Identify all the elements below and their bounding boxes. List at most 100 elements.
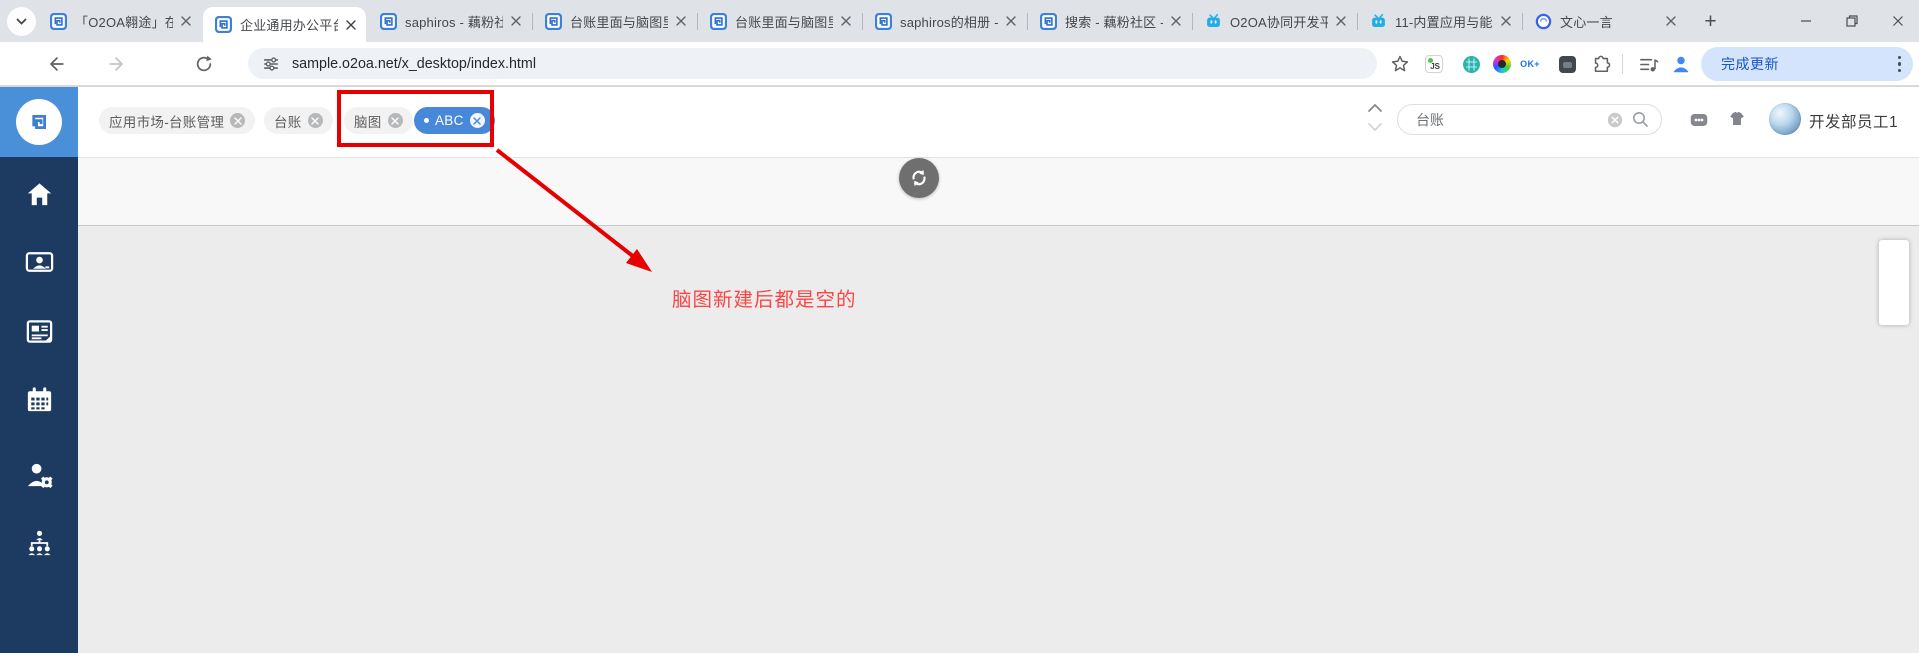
app-tab-chip-active[interactable]: ABC: [414, 107, 495, 134]
chip-label: 脑图: [354, 114, 382, 130]
tab-separator: [697, 13, 698, 30]
mindmap-empty-canvas[interactable]: [78, 227, 1919, 653]
refresh-button[interactable]: [899, 158, 939, 198]
app-sidebar: [0, 157, 78, 653]
o2oa-favicon-icon: [50, 12, 67, 30]
close-icon: [1893, 16, 1903, 26]
sidebar-item-news[interactable]: [0, 308, 78, 354]
window-close-button[interactable]: [1878, 0, 1918, 42]
tab-title: 搜索 - 藕粉社区 -: [1065, 14, 1163, 30]
unsaved-dot-icon: [424, 118, 429, 123]
app-search-box[interactable]: [1397, 104, 1662, 135]
site-info-icon[interactable]: [262, 55, 280, 73]
window-minimize-button[interactable]: [1786, 0, 1826, 42]
sidebar-item-personal-settings[interactable]: [0, 452, 78, 498]
reload-button[interactable]: [192, 52, 216, 76]
chat-icon: [1690, 114, 1708, 126]
browser-tab[interactable]: saphiros - 藕粉社: [368, 0, 531, 42]
tab-close-icon[interactable]: [1167, 12, 1185, 30]
tab-title: 文心一言: [1560, 14, 1613, 30]
news-icon: [26, 319, 52, 343]
chevron-up-icon: [1368, 103, 1382, 112]
tab-close-icon[interactable]: [672, 12, 690, 30]
chip-close-icon[interactable]: [387, 113, 403, 128]
extension-knot-icon[interactable]: [1460, 53, 1482, 75]
browser-tab[interactable]: saphiros的相册 -: [863, 0, 1026, 42]
forward-button[interactable]: [105, 52, 129, 76]
tab-title: 台账里面与脑图里: [735, 14, 833, 30]
extensions-menu-button[interactable]: [1590, 53, 1612, 75]
back-icon: [50, 57, 64, 71]
tab-close-icon[interactable]: [177, 12, 195, 30]
chip-close-icon[interactable]: [469, 113, 485, 128]
browser-tab[interactable]: 「O2OA翱途」在: [38, 0, 201, 42]
tab-close-icon[interactable]: [1662, 12, 1680, 30]
user-name[interactable]: 开发部员工1: [1809, 110, 1898, 132]
tab-title: 「O2OA翱途」在: [75, 14, 173, 30]
tab-title: O2OA协同开发平: [1230, 14, 1328, 30]
tab-search-button[interactable]: [7, 7, 36, 36]
sidebar-item-home[interactable]: [0, 171, 78, 217]
bilibili-favicon-icon: [1205, 13, 1222, 30]
calendar-icon: [27, 386, 51, 411]
chip-close-icon[interactable]: [230, 113, 246, 128]
browser-tab[interactable]: O2OA协同开发平: [1193, 0, 1356, 42]
browser-tab-active[interactable]: 企业通用办公平台: [203, 7, 366, 42]
tab-close-icon[interactable]: [1002, 12, 1020, 30]
browser-tab[interactable]: 11-内置应用与能: [1358, 0, 1521, 42]
search-input[interactable]: [1416, 111, 1586, 128]
extension-colorwheel-icon[interactable]: [1491, 53, 1513, 75]
personal-settings-icon: [27, 463, 53, 488]
tab-title: 企业通用办公平台: [240, 18, 338, 33]
chrome-update-button[interactable]: 完成更新: [1701, 47, 1913, 81]
o2oa-favicon-icon: [710, 12, 727, 30]
extension-js-icon[interactable]: JS: [1423, 53, 1445, 75]
tab-close-icon[interactable]: [1332, 12, 1350, 30]
browser-menu-icon[interactable]: [1897, 55, 1901, 73]
media-toolbar-button[interactable]: [1637, 53, 1659, 75]
new-tab-button[interactable]: +: [1696, 7, 1725, 36]
profile-person-icon: [1673, 56, 1689, 73]
bilibili-favicon-icon: [1370, 13, 1387, 30]
chip-label: ABC: [435, 113, 464, 128]
theme-button[interactable]: [1725, 108, 1749, 132]
search-icon[interactable]: [1632, 111, 1649, 128]
browser-address-bar: JS OK+ 完成更新: [0, 42, 1919, 86]
header-collapse-toggle[interactable]: [1367, 101, 1383, 133]
scrollbar-thumb[interactable]: [1879, 240, 1909, 325]
restore-icon: [1846, 15, 1858, 27]
meeting-icon: [25, 251, 53, 272]
omnibox[interactable]: [248, 48, 1377, 79]
chevron-down-icon: [1368, 123, 1382, 132]
tab-close-icon[interactable]: [342, 16, 360, 34]
browser-tab[interactable]: 台账里面与脑图里: [698, 0, 861, 42]
tab-close-icon[interactable]: [507, 12, 525, 30]
tab-close-icon[interactable]: [1497, 12, 1515, 30]
window-restore-button[interactable]: [1832, 0, 1872, 42]
tab-close-icon[interactable]: [837, 12, 855, 30]
extension-ok-icon[interactable]: OK+: [1519, 53, 1541, 75]
sidebar-item-org[interactable]: [0, 520, 78, 566]
browser-tab[interactable]: 文心一言: [1523, 0, 1686, 42]
sidebar-item-calendar[interactable]: [0, 377, 78, 423]
user-avatar[interactable]: [1769, 103, 1801, 135]
o2oa-logo-icon: [16, 99, 62, 145]
extension-dark-icon[interactable]: [1556, 53, 1578, 75]
app-tab-chip[interactable]: 脑图: [344, 107, 413, 134]
toolbar-separator: [1622, 54, 1623, 74]
app-tab-chip[interactable]: 应用市场-台账管理: [99, 107, 256, 134]
app-tab-chip[interactable]: 台账: [264, 107, 333, 134]
search-clear-icon[interactable]: [1607, 112, 1623, 128]
browser-tab[interactable]: 搜索 - 藕粉社区 -: [1028, 0, 1191, 42]
url-input[interactable]: [292, 55, 1292, 72]
tab-separator: [1522, 13, 1523, 30]
chip-close-icon[interactable]: [307, 113, 323, 128]
back-button[interactable]: [44, 52, 68, 76]
bookmark-star-button[interactable]: [1389, 53, 1411, 75]
message-button[interactable]: [1687, 108, 1711, 132]
browser-tab[interactable]: 台账里面与脑图里: [533, 0, 696, 42]
browser-profile-button[interactable]: [1670, 53, 1692, 75]
sidebar-item-meeting[interactable]: [0, 239, 78, 285]
o2oa-logo-button[interactable]: [0, 87, 78, 157]
minimize-icon: [1801, 20, 1811, 22]
